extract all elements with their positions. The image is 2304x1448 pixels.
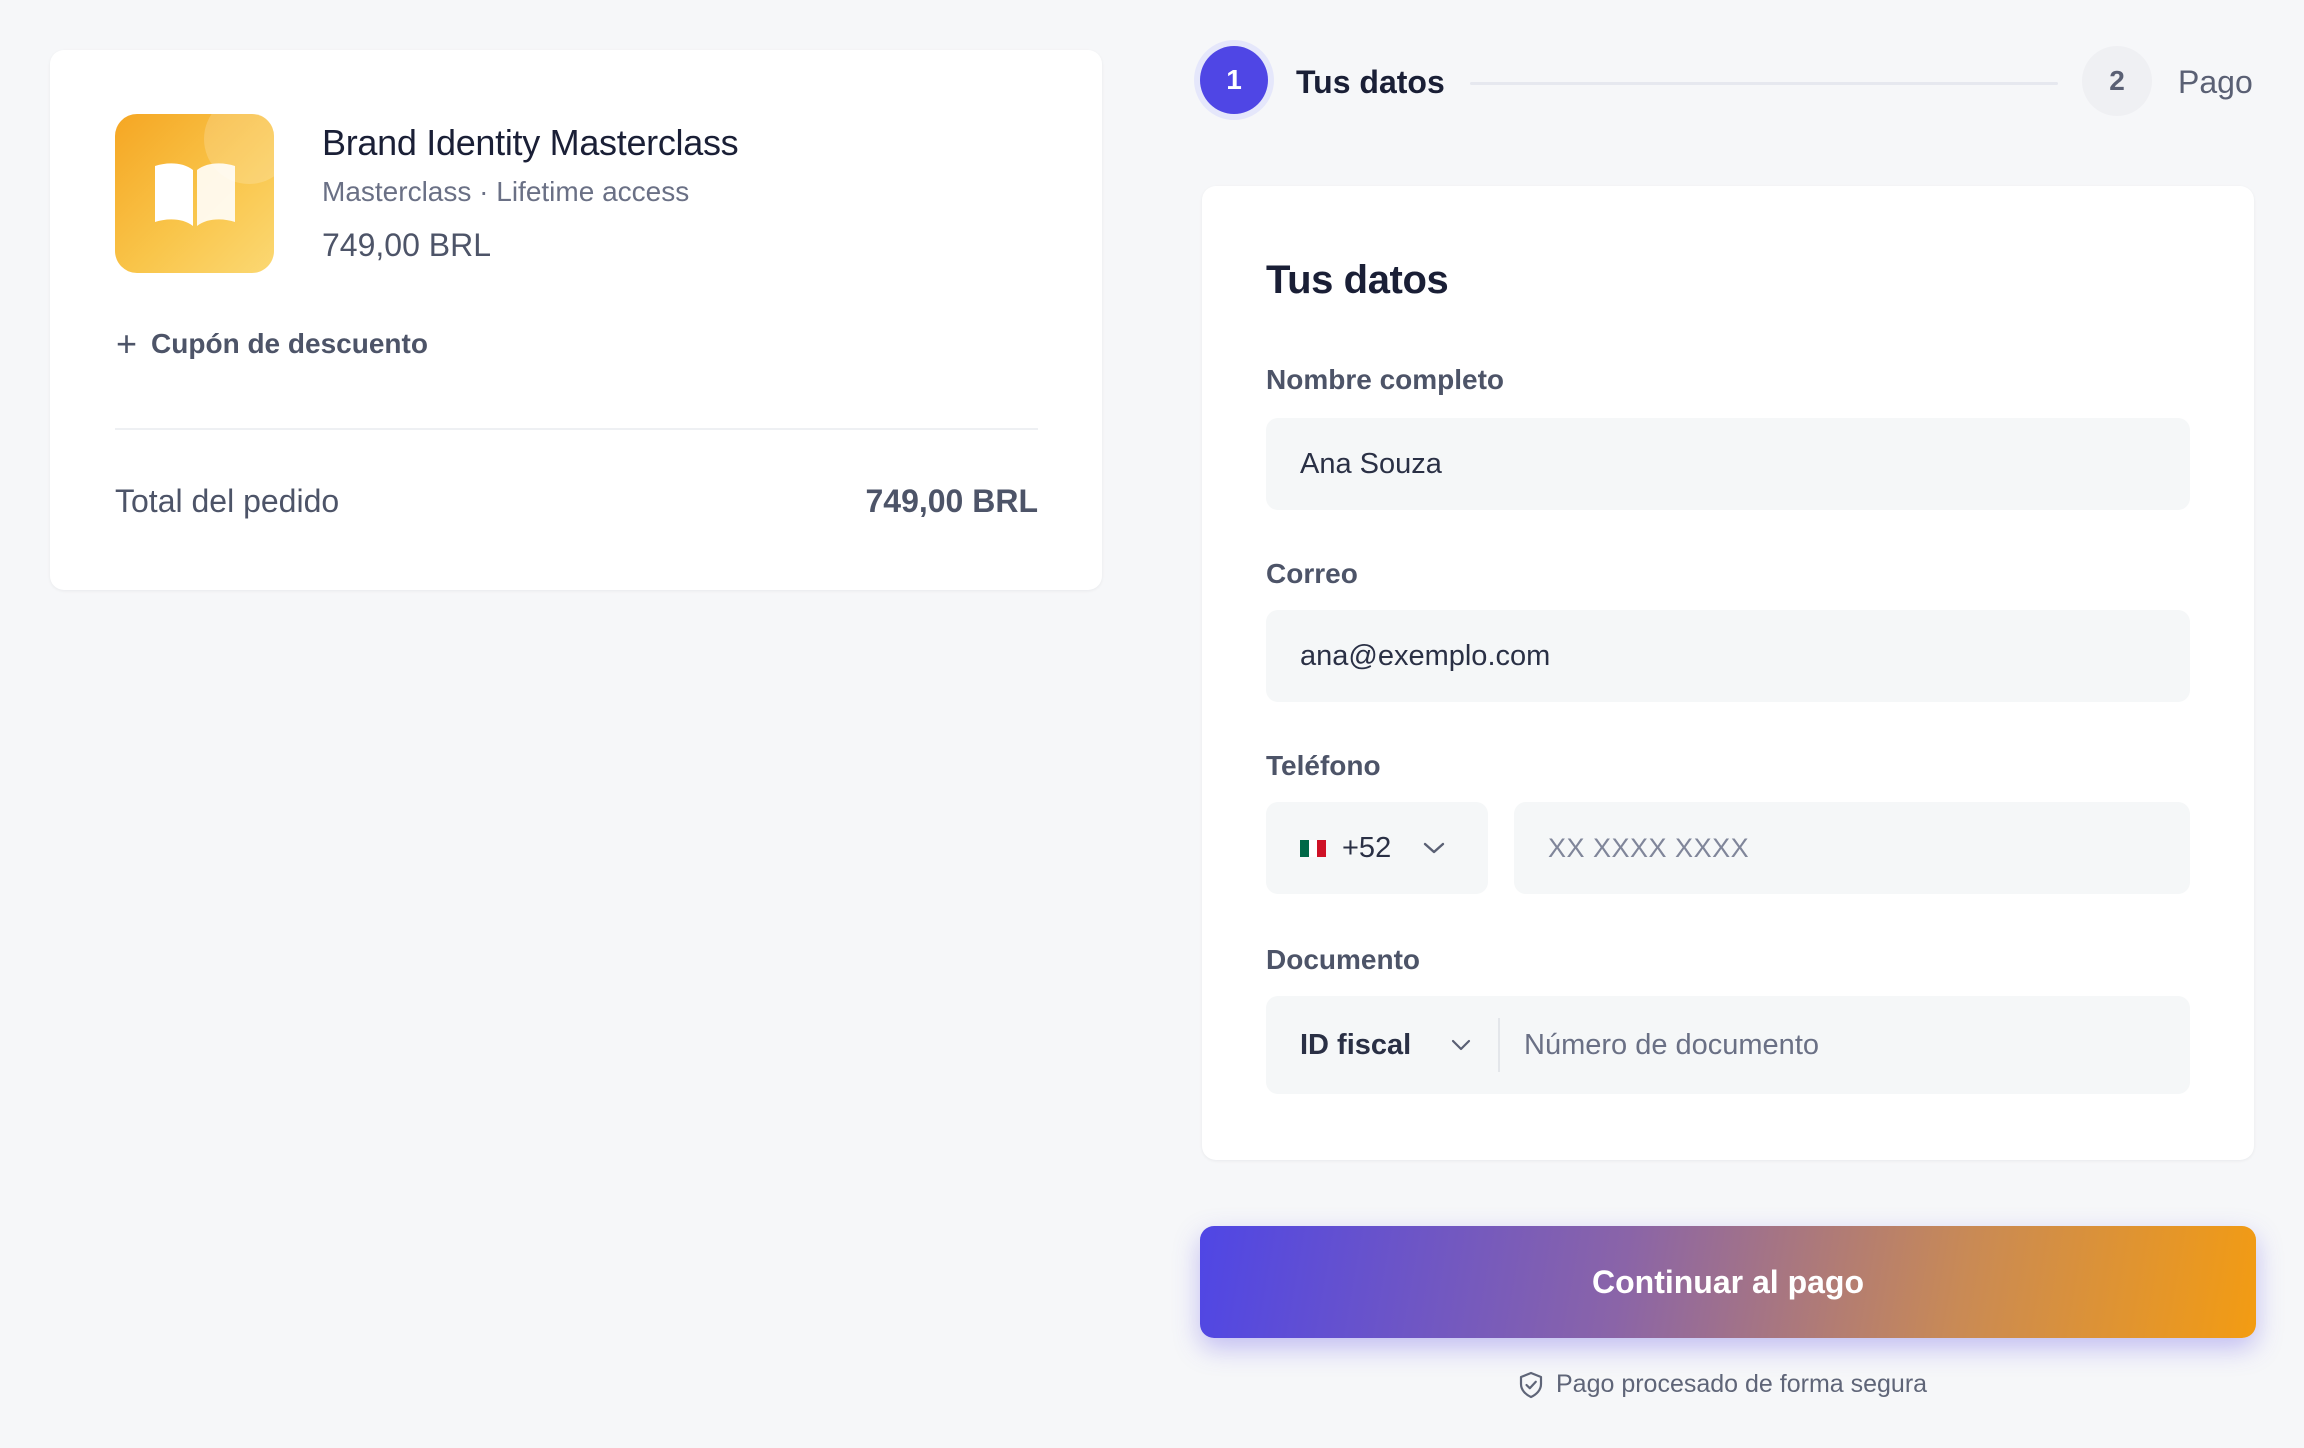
email-label: Correo	[1266, 558, 1358, 589]
phone-code-value: +52	[1342, 831, 1392, 864]
plus-icon: +	[116, 323, 138, 364]
step-1-number: 1	[1200, 46, 1268, 114]
step-2-label: Pago	[2178, 64, 2253, 100]
step-1-indicator: 1	[1194, 40, 1274, 120]
total-label: Total del pedido	[115, 483, 340, 519]
document-number-input[interactable]: Número de documento	[1524, 996, 1819, 1094]
continue-to-payment-button[interactable]: Continuar al pago	[1200, 1226, 2256, 1338]
product-meta: Masterclass · Lifetime access	[322, 176, 690, 207]
summary-divider	[115, 428, 1038, 430]
product-thumbnail	[115, 114, 274, 273]
document-field: ID fiscal Número de documento	[1266, 996, 2190, 1094]
secure-note-text: Pago procesado de forma segura	[1556, 1370, 1928, 1398]
form-title: Tus datos	[1266, 258, 1449, 302]
book-icon	[155, 163, 235, 226]
product-price: 749,00 BRL	[322, 227, 492, 263]
document-type-select[interactable]: ID fiscal	[1300, 996, 1471, 1094]
secure-payment-note: Pago procesado de forma segura	[1518, 1370, 1927, 1399]
checkout-page: Brand Identity Masterclass Masterclass ·…	[0, 0, 2304, 1448]
phone-label: Teléfono	[1266, 750, 1381, 781]
chevron-down-icon	[1452, 1039, 1471, 1051]
order-summary-card: Brand Identity Masterclass Masterclass ·…	[50, 50, 1102, 590]
step-connector	[1470, 82, 2058, 85]
step-2-indicator: 2	[2082, 46, 2152, 116]
document-label: Documento	[1266, 944, 1420, 975]
step-1-label: Tus datos	[1296, 64, 1445, 100]
name-input[interactable]: Ana Souza	[1266, 418, 2190, 510]
product-title: Brand Identity Masterclass	[322, 122, 739, 163]
coupon-toggle[interactable]: + Cupón de descuento	[116, 326, 428, 362]
chevron-down-icon	[1424, 842, 1445, 854]
total-value: 749,00 BRL	[865, 483, 1038, 519]
email-input[interactable]: ana@exemplo.com	[1266, 610, 2190, 702]
coupon-label: Cupón de descuento	[151, 328, 428, 359]
phone-number-input[interactable]: XX XXXX XXXX	[1514, 802, 2190, 894]
document-field-separator	[1498, 1018, 1500, 1072]
shield-check-icon	[1519, 1371, 1543, 1398]
document-type-value: ID fiscal	[1300, 1028, 1412, 1061]
name-label: Nombre completo	[1266, 364, 1505, 395]
mexico-flag-icon	[1300, 839, 1327, 857]
customer-details-form: Tus datos Nombre completo Ana Souza Corr…	[1202, 186, 2254, 1160]
phone-country-select[interactable]: +52	[1266, 802, 1488, 894]
